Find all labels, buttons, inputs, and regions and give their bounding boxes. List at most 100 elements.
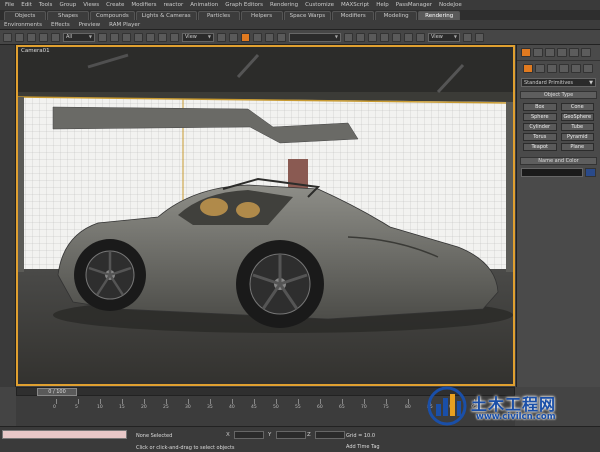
tab-rendering[interactable]: Rendering xyxy=(418,11,461,20)
mirror-icon[interactable] xyxy=(344,32,353,42)
create-sphere-button[interactable]: Sphere xyxy=(523,113,557,121)
selection-filter-dropdown[interactable]: All ▼ xyxy=(63,32,95,42)
z-coord-field[interactable] xyxy=(315,431,345,439)
tab-lights-cameras[interactable]: Lights & Cameras xyxy=(135,11,197,20)
material-editor-icon[interactable] xyxy=(404,32,413,42)
align-icon[interactable] xyxy=(356,32,365,42)
menu-item-reactor[interactable]: reactor xyxy=(162,2,186,8)
create-tube-button[interactable]: Tube xyxy=(560,123,594,131)
geometry-icon[interactable] xyxy=(523,64,533,73)
menu-item-nodejoe[interactable]: NodeJoe xyxy=(437,2,464,8)
menu-item-customize[interactable]: Customize xyxy=(303,2,336,8)
create-box-button[interactable]: Box xyxy=(523,103,557,111)
select-by-name-icon[interactable] xyxy=(110,32,119,42)
angle-snap-icon[interactable] xyxy=(253,32,262,42)
lights-icon[interactable] xyxy=(547,64,557,73)
display-tab-icon[interactable] xyxy=(569,48,579,57)
window-crossing-icon[interactable] xyxy=(134,32,143,42)
tab-particles[interactable]: Particles xyxy=(197,11,240,20)
undo-icon[interactable] xyxy=(3,32,12,42)
menu-item-modifiers[interactable]: Modifiers xyxy=(129,2,158,8)
x-coord-field[interactable] xyxy=(234,431,264,439)
menu-item-file[interactable]: File xyxy=(3,2,16,8)
create-cone-button[interactable]: Cone xyxy=(560,103,594,111)
shapes-icon[interactable] xyxy=(535,64,545,73)
object-type-rollout[interactable]: Object Type xyxy=(520,91,597,99)
subtool-ram-player[interactable]: RAM Player xyxy=(109,22,140,28)
create-pyramid-button[interactable]: Pyramid xyxy=(560,133,594,141)
create-teapot-button[interactable]: Teapot xyxy=(523,143,557,151)
create-tab-icon[interactable] xyxy=(521,48,531,57)
rendering-subtoolbar: Environments Effects Preview RAM Player xyxy=(0,20,600,30)
menu-item-views[interactable]: Views xyxy=(81,2,101,8)
menu-item-rendering[interactable]: Rendering xyxy=(268,2,300,8)
snap-icon[interactable] xyxy=(241,32,250,42)
subtool-effects[interactable]: Effects xyxy=(51,22,70,28)
primitive-category-dropdown[interactable]: Standard Primitives ▼ xyxy=(521,78,596,87)
menu-item-help[interactable]: Help xyxy=(374,2,391,8)
create-torus-button[interactable]: Torus xyxy=(523,133,557,141)
ref-coord-dropdown[interactable]: View ▼ xyxy=(182,32,214,42)
time-slider-thumb[interactable]: 0 / 100 xyxy=(37,388,77,396)
subtool-environments[interactable]: Environments xyxy=(4,22,42,28)
percent-snap-icon[interactable] xyxy=(265,32,274,42)
subtool-preview[interactable]: Preview xyxy=(79,22,100,28)
camera-viewport[interactable]: Camera01 xyxy=(16,45,515,386)
tab-space-warps[interactable]: Space Warps xyxy=(283,11,332,20)
menu-item-graph-editors[interactable]: Graph Editors xyxy=(223,2,265,8)
object-color-swatch[interactable] xyxy=(585,168,596,177)
viewport-label[interactable]: Camera01 xyxy=(21,48,50,54)
tab-modifiers[interactable]: Modifiers xyxy=(332,11,375,20)
render-setup-icon[interactable] xyxy=(416,32,425,42)
menu-item-animation[interactable]: Animation xyxy=(188,2,220,8)
render-last-icon[interactable] xyxy=(475,32,484,42)
menu-item-maxscript[interactable]: MAXScript xyxy=(339,2,371,8)
tab-shapes[interactable]: Shapes xyxy=(47,11,89,20)
helpers-icon[interactable] xyxy=(571,64,581,73)
spacewarps-icon[interactable] xyxy=(583,64,593,73)
menu-item-passmanager[interactable]: PassManager xyxy=(394,2,434,8)
rotate-icon[interactable] xyxy=(158,32,167,42)
tab-modeling[interactable]: Modeling xyxy=(375,11,418,20)
tab-compounds[interactable]: Compounds xyxy=(90,11,135,20)
rect-select-icon[interactable] xyxy=(122,32,131,42)
menu-item-create[interactable]: Create xyxy=(104,2,126,8)
y-coord-field[interactable] xyxy=(276,431,306,439)
maxscript-listener-field[interactable] xyxy=(2,430,127,439)
redo-icon[interactable] xyxy=(15,32,24,42)
add-time-tag-button[interactable]: Add Time Tag xyxy=(346,444,380,450)
cameras-icon[interactable] xyxy=(559,64,569,73)
curve-editor-icon[interactable] xyxy=(380,32,389,42)
render-view-dropdown[interactable]: View ▼ xyxy=(428,32,460,42)
manipulate-icon[interactable] xyxy=(229,32,238,42)
name-color-rollout[interactable]: Name and Color xyxy=(520,157,597,165)
bind-spacewarp-icon[interactable] xyxy=(51,32,60,42)
track-tick xyxy=(298,399,299,404)
menu-item-tools[interactable]: Tools xyxy=(37,2,55,8)
create-cylinder-button[interactable]: Cylinder xyxy=(523,123,557,131)
create-geosphere-button[interactable]: GeoSphere xyxy=(560,113,594,121)
scale-icon[interactable] xyxy=(170,32,179,42)
hierarchy-tab-icon[interactable] xyxy=(545,48,555,57)
utilities-tab-icon[interactable] xyxy=(581,48,591,57)
named-selection-dropdown[interactable]: ▼ xyxy=(289,32,341,42)
track-tick-label: 65 xyxy=(339,405,345,410)
watermark-emblem-icon xyxy=(427,386,467,426)
schematic-view-icon[interactable] xyxy=(392,32,401,42)
link-icon[interactable] xyxy=(27,32,36,42)
select-object-icon[interactable] xyxy=(98,32,107,42)
motion-tab-icon[interactable] xyxy=(557,48,567,57)
tab-helpers[interactable]: Helpers xyxy=(240,11,283,20)
menu-item-group[interactable]: Group xyxy=(57,2,78,8)
object-name-field[interactable] xyxy=(521,168,583,177)
create-plane-button[interactable]: Plane xyxy=(560,143,594,151)
menu-item-edit[interactable]: Edit xyxy=(19,2,34,8)
quick-render-icon[interactable] xyxy=(463,32,472,42)
unlink-icon[interactable] xyxy=(39,32,48,42)
layer-manager-icon[interactable] xyxy=(368,32,377,42)
tab-objects[interactable]: Objects xyxy=(4,11,46,20)
modify-tab-icon[interactable] xyxy=(533,48,543,57)
move-icon[interactable] xyxy=(146,32,155,42)
spinner-snap-icon[interactable] xyxy=(277,32,286,42)
pivot-icon[interactable] xyxy=(217,32,226,42)
